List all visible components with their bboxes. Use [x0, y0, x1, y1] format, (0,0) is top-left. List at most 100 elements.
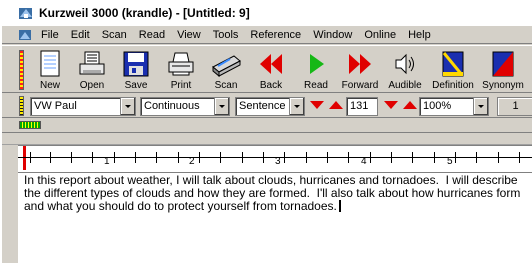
chevron-down-icon[interactable]: [120, 98, 135, 115]
ruler[interactable]: 1 2 3 4 5: [18, 145, 532, 172]
ruler-tick: [284, 152, 285, 163]
zoom-increase-icon[interactable]: [402, 98, 418, 113]
synonym-book-icon: [492, 51, 514, 77]
chevron-down-icon[interactable]: [473, 98, 488, 115]
read-button[interactable]: Read: [294, 48, 338, 94]
speed-field[interactable]: 131: [346, 97, 378, 116]
ruler-number: 5: [447, 156, 453, 167]
open-button[interactable]: Open: [70, 48, 114, 94]
ruler-tick: [178, 152, 179, 163]
menu-online[interactable]: Online: [363, 29, 397, 41]
ruler-tick: [263, 152, 264, 163]
kurzweil-app-icon: [18, 5, 34, 21]
ruler-tick: [391, 152, 392, 163]
ruler-tick: [306, 152, 307, 163]
ruler-tick: [135, 152, 136, 163]
format-bar-grip[interactable]: [19, 96, 24, 116]
back-label: Back: [259, 80, 283, 91]
menu-file[interactable]: File: [40, 29, 60, 41]
ruler-tick: [242, 152, 243, 163]
ruler-tick: [519, 152, 520, 163]
save-button[interactable]: Save: [114, 48, 158, 94]
reading-unit-value: Sentence: [239, 100, 286, 112]
ruler-tick: [348, 152, 349, 163]
audible-label: Audible: [388, 80, 422, 91]
toolbar-grip[interactable]: [19, 50, 24, 90]
ruler-tick: [476, 152, 477, 163]
save-label: Save: [124, 80, 148, 91]
window-title: Kurzweil 3000 (krandle) - [Untitled: 9]: [39, 6, 250, 20]
menu-bar: File Edit Scan Read View Tools Reference…: [2, 26, 532, 44]
ruler-tick: [327, 152, 328, 163]
document-editor[interactable]: In this report about weather, I will tal…: [18, 172, 532, 263]
audible-button[interactable]: Audible: [383, 48, 427, 94]
document-icon[interactable]: [18, 28, 32, 42]
scan-button[interactable]: Scan: [204, 48, 248, 94]
scan-label: Scan: [214, 80, 238, 91]
synonym-button[interactable]: Synonym: [480, 48, 526, 94]
secondary-toolbar: [2, 119, 532, 133]
reading-mode-select[interactable]: Continuous: [140, 97, 230, 116]
app-window: Kurzweil 3000 (krandle) - [Untitled: 9] …: [0, 0, 532, 263]
zoom-select[interactable]: 100%: [419, 97, 489, 116]
ruler-tick: [30, 152, 31, 163]
scanner-icon: [212, 55, 241, 78]
ruler-number: 4: [361, 156, 367, 167]
ruler-tick: [71, 152, 72, 163]
document-text[interactable]: In this report about weather, I will tal…: [24, 174, 532, 213]
play-icon: [310, 54, 324, 74]
speed-decrease-icon[interactable]: [309, 98, 325, 113]
mini-toolbar-grip[interactable]: [19, 121, 41, 129]
extra-field[interactable]: 1: [497, 97, 532, 116]
ruler-tick: [199, 152, 200, 163]
document-body: In this report about weather, I will tal…: [24, 173, 524, 213]
menu-reference[interactable]: Reference: [249, 29, 302, 41]
read-label: Read: [304, 80, 328, 91]
print-button[interactable]: Print: [159, 48, 203, 94]
open-label: Open: [79, 80, 105, 91]
definition-button[interactable]: Definition: [429, 48, 477, 94]
ruler-tick: [156, 152, 157, 163]
ruler-tick: [370, 152, 371, 163]
menu-tools[interactable]: Tools: [212, 29, 240, 41]
definition-book-icon: [442, 51, 464, 77]
forward-label: Forward: [341, 80, 379, 91]
forward-arrows-icon: [349, 54, 371, 74]
back-arrows-icon: [260, 54, 282, 74]
ruler-tick: [412, 152, 413, 163]
menu-help[interactable]: Help: [407, 29, 432, 41]
left-margin-marker[interactable]: [23, 146, 26, 170]
new-label: New: [39, 80, 60, 91]
reading-unit-select[interactable]: Sentence: [235, 97, 305, 116]
forward-button[interactable]: Forward: [338, 48, 382, 94]
zoom-decrease-icon[interactable]: [383, 98, 399, 113]
ruler-tick: [498, 152, 499, 163]
open-printer-icon: [79, 51, 105, 75]
definition-label: Definition: [432, 80, 474, 91]
toolbar-divider: [2, 134, 532, 145]
ruler-tick: [220, 152, 221, 163]
print-label: Print: [170, 80, 192, 91]
menu-read[interactable]: Read: [138, 29, 166, 41]
menu-view[interactable]: View: [176, 29, 202, 41]
synonym-label: Synonym: [482, 80, 524, 91]
ruler-tick: [434, 152, 435, 163]
main-toolbar: New Open Save Print Scan Back Read Forwa…: [2, 45, 532, 93]
menu-window[interactable]: Window: [312, 29, 353, 41]
chevron-down-icon[interactable]: [214, 98, 229, 115]
text-cursor: [338, 200, 341, 212]
menu-scan[interactable]: Scan: [101, 29, 128, 41]
voice-select[interactable]: VW Paul: [30, 97, 136, 116]
zoom-value: 100%: [423, 100, 452, 112]
ruler-number: 1: [104, 156, 110, 167]
new-button[interactable]: New: [28, 48, 72, 94]
reading-mode-value: Continuous: [144, 100, 200, 112]
title-bar[interactable]: Kurzweil 3000 (krandle) - [Untitled: 9]: [2, 0, 532, 26]
save-disk-icon: [123, 51, 149, 77]
ruler-tick: [114, 152, 115, 163]
chevron-down-icon[interactable]: [289, 98, 304, 115]
back-button[interactable]: Back: [249, 48, 293, 94]
menu-edit[interactable]: Edit: [70, 29, 91, 41]
ruler-tick: [92, 152, 93, 163]
speed-increase-icon[interactable]: [328, 98, 344, 113]
